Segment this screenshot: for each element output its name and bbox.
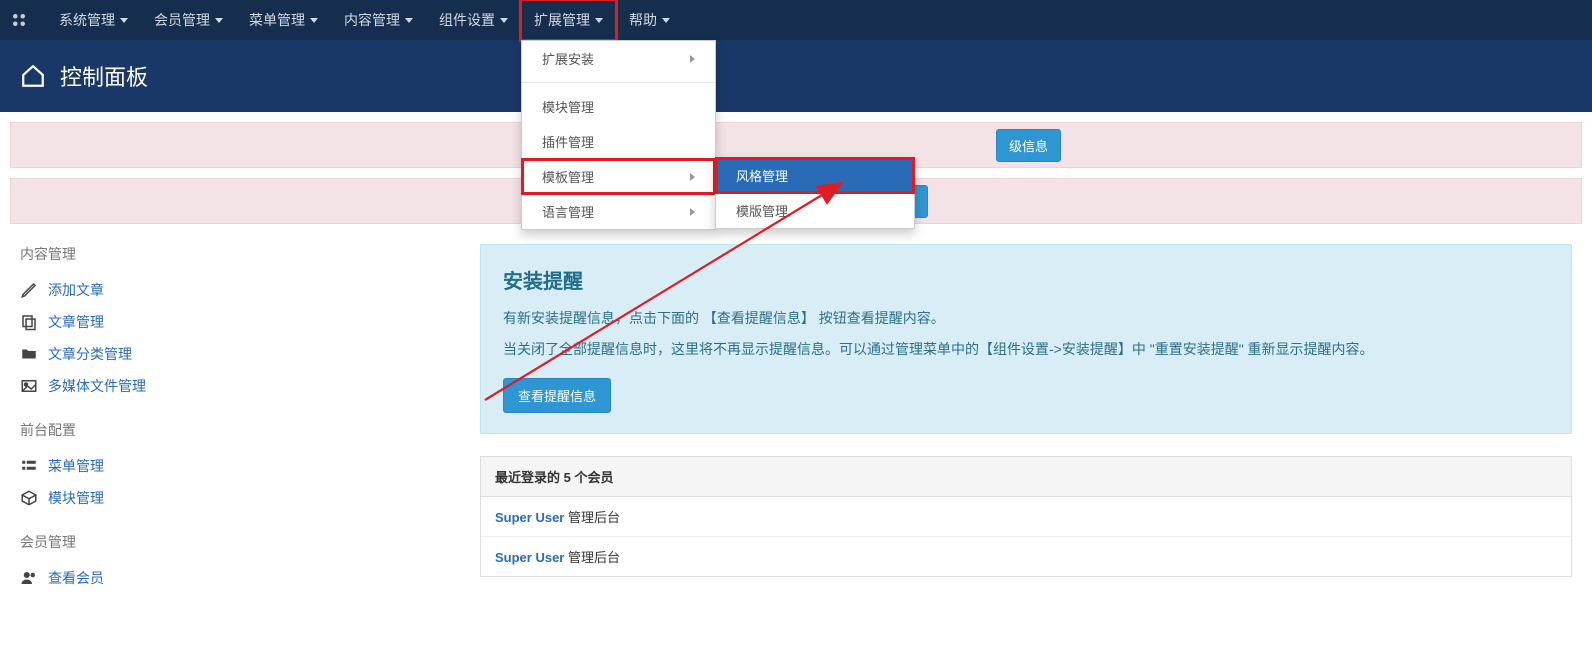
sub-label: 风格管理 <box>736 169 788 184</box>
sidebar-label: 文章管理 <box>48 312 104 332</box>
nav-help[interactable]: 帮助 <box>616 0 683 40</box>
sidebar-section-member: 会员管理 <box>20 532 430 552</box>
dd-label: 插件管理 <box>542 132 594 151</box>
sidebar-view-members[interactable]: 查看会员 <box>20 562 430 594</box>
chevron-down-icon <box>120 18 128 23</box>
chevron-down-icon <box>500 18 508 23</box>
info-title: 安装提醒 <box>503 265 1549 294</box>
nav-label: 内容管理 <box>344 10 400 30</box>
dd-module[interactable]: 模块管理 <box>522 89 715 124</box>
page-title: 控制面板 <box>60 60 148 92</box>
sidebar-label: 模块管理 <box>48 488 104 508</box>
row-suffix: 管理后台 <box>568 550 620 565</box>
chevron-down-icon <box>662 18 670 23</box>
joomla-logo-icon <box>10 0 46 40</box>
sub-label: 模版管理 <box>736 204 788 219</box>
extensions-dropdown: 扩展安装 模块管理 插件管理 模板管理 风格管理 模版管理 语言管理 <box>521 40 716 230</box>
sidebar-module-mgmt[interactable]: 模块管理 <box>20 482 430 514</box>
view-reminder-button[interactable]: 查看提醒信息 <box>503 378 611 413</box>
button-label: 级信息 <box>1009 139 1048 154</box>
sidebar-media-mgmt[interactable]: 多媒体文件管理 <box>20 370 430 402</box>
nav-label: 菜单管理 <box>249 10 305 30</box>
sub-template-mgmt[interactable]: 模版管理 <box>716 193 914 228</box>
install-reminder-box: 安装提醒 有新安装提醒信息，点击下面的 【查看提醒信息】 按钮查看提醒内容。 当… <box>480 244 1572 434</box>
top-navbar: 系统管理 会员管理 菜单管理 内容管理 组件设置 扩展管理 扩展安装 模块管理 … <box>0 0 1592 40</box>
sidebar-label: 添加文章 <box>48 280 104 300</box>
user-link[interactable]: Super User <box>495 510 564 525</box>
nav-members[interactable]: 会员管理 <box>141 0 236 40</box>
panel-row: Super User 管理后台 <box>481 537 1571 576</box>
content: 安装提醒 有新安装提醒信息，点击下面的 【查看提醒信息】 按钮查看提醒内容。 当… <box>470 244 1582 594</box>
home-icon <box>20 63 46 89</box>
dd-label: 模块管理 <box>542 97 594 116</box>
sidebar-label: 查看会员 <box>48 568 104 588</box>
sidebar-section-front: 前台配置 <box>20 420 430 440</box>
chevron-down-icon <box>310 18 318 23</box>
sidebar-label: 文章分类管理 <box>48 344 132 364</box>
folder-icon <box>20 345 48 363</box>
page-header: 控制面板 <box>0 40 1592 112</box>
sidebar-menu-mgmt[interactable]: 菜单管理 <box>20 450 430 482</box>
chevron-right-icon <box>690 208 695 216</box>
sidebar-category-mgmt[interactable]: 文章分类管理 <box>20 338 430 370</box>
chevron-right-icon <box>690 173 695 181</box>
nav-components[interactable]: 组件设置 <box>426 0 521 40</box>
dd-template[interactable]: 模板管理 <box>522 159 715 194</box>
sub-style-mgmt[interactable]: 风格管理 <box>716 158 914 193</box>
dd-plugin[interactable]: 插件管理 <box>522 124 715 159</box>
chevron-down-icon <box>405 18 413 23</box>
sidebar-article-mgmt[interactable]: 文章管理 <box>20 306 430 338</box>
chevron-down-icon <box>215 18 223 23</box>
alert1-partial-button[interactable]: 级信息 <box>996 129 1061 162</box>
chevron-down-icon <box>595 18 603 23</box>
template-submenu: 风格管理 模版管理 <box>715 157 915 229</box>
sidebar-label: 多媒体文件管理 <box>48 376 146 396</box>
nav-label: 系统管理 <box>59 10 115 30</box>
dd-label: 扩展安装 <box>542 49 594 68</box>
nav-label: 帮助 <box>629 10 657 30</box>
top-nav: 系统管理 会员管理 菜单管理 内容管理 组件设置 扩展管理 扩展安装 模块管理 … <box>46 0 683 40</box>
chevron-right-icon <box>690 55 695 63</box>
nav-menus[interactable]: 菜单管理 <box>236 0 331 40</box>
nav-label: 会员管理 <box>154 10 210 30</box>
sidebar-label: 菜单管理 <box>48 456 104 476</box>
sidebar-add-article[interactable]: 添加文章 <box>20 274 430 306</box>
image-icon <box>20 377 48 395</box>
dd-label: 模板管理 <box>542 167 594 186</box>
main: 内容管理 添加文章 文章管理 文章分类管理 多媒体文件管理 前台配置 菜单管理 … <box>0 224 1592 614</box>
dd-label: 语言管理 <box>542 202 594 221</box>
nav-system[interactable]: 系统管理 <box>46 0 141 40</box>
sidebar: 内容管理 添加文章 文章管理 文章分类管理 多媒体文件管理 前台配置 菜单管理 … <box>10 244 450 594</box>
cube-icon <box>20 489 48 507</box>
dd-install[interactable]: 扩展安装 <box>522 41 715 76</box>
copy-icon <box>20 313 48 331</box>
nav-label: 扩展管理 <box>534 10 590 30</box>
dd-language[interactable]: 语言管理 <box>522 194 715 229</box>
panel-header: 最近登录的 5 个会员 <box>481 457 1571 497</box>
nav-content[interactable]: 内容管理 <box>331 0 426 40</box>
users-icon <box>20 569 48 587</box>
nav-label: 组件设置 <box>439 10 495 30</box>
info-text-1: 有新安装提醒信息，点击下面的 【查看提醒信息】 按钮查看提醒内容。 <box>503 306 1549 331</box>
info-text-2: 当关闭了全部提醒信息时，这里将不再显示提醒信息。可以通过管理菜单中的【组件设置-… <box>503 337 1549 362</box>
divider <box>522 82 715 83</box>
user-link[interactable]: Super User <box>495 550 564 565</box>
nav-extensions[interactable]: 扩展管理 扩展安装 模块管理 插件管理 模板管理 风格管理 模版管理 语言管理 <box>521 0 616 40</box>
panel-row: Super User 管理后台 <box>481 497 1571 537</box>
sidebar-section-content: 内容管理 <box>20 244 430 264</box>
recent-logins-panel: 最近登录的 5 个会员 Super User 管理后台 Super User 管… <box>480 456 1572 577</box>
button-label: 查看提醒信息 <box>518 389 596 404</box>
pencil-icon <box>20 281 48 299</box>
list-icon <box>20 457 48 475</box>
row-suffix: 管理后台 <box>568 510 620 525</box>
